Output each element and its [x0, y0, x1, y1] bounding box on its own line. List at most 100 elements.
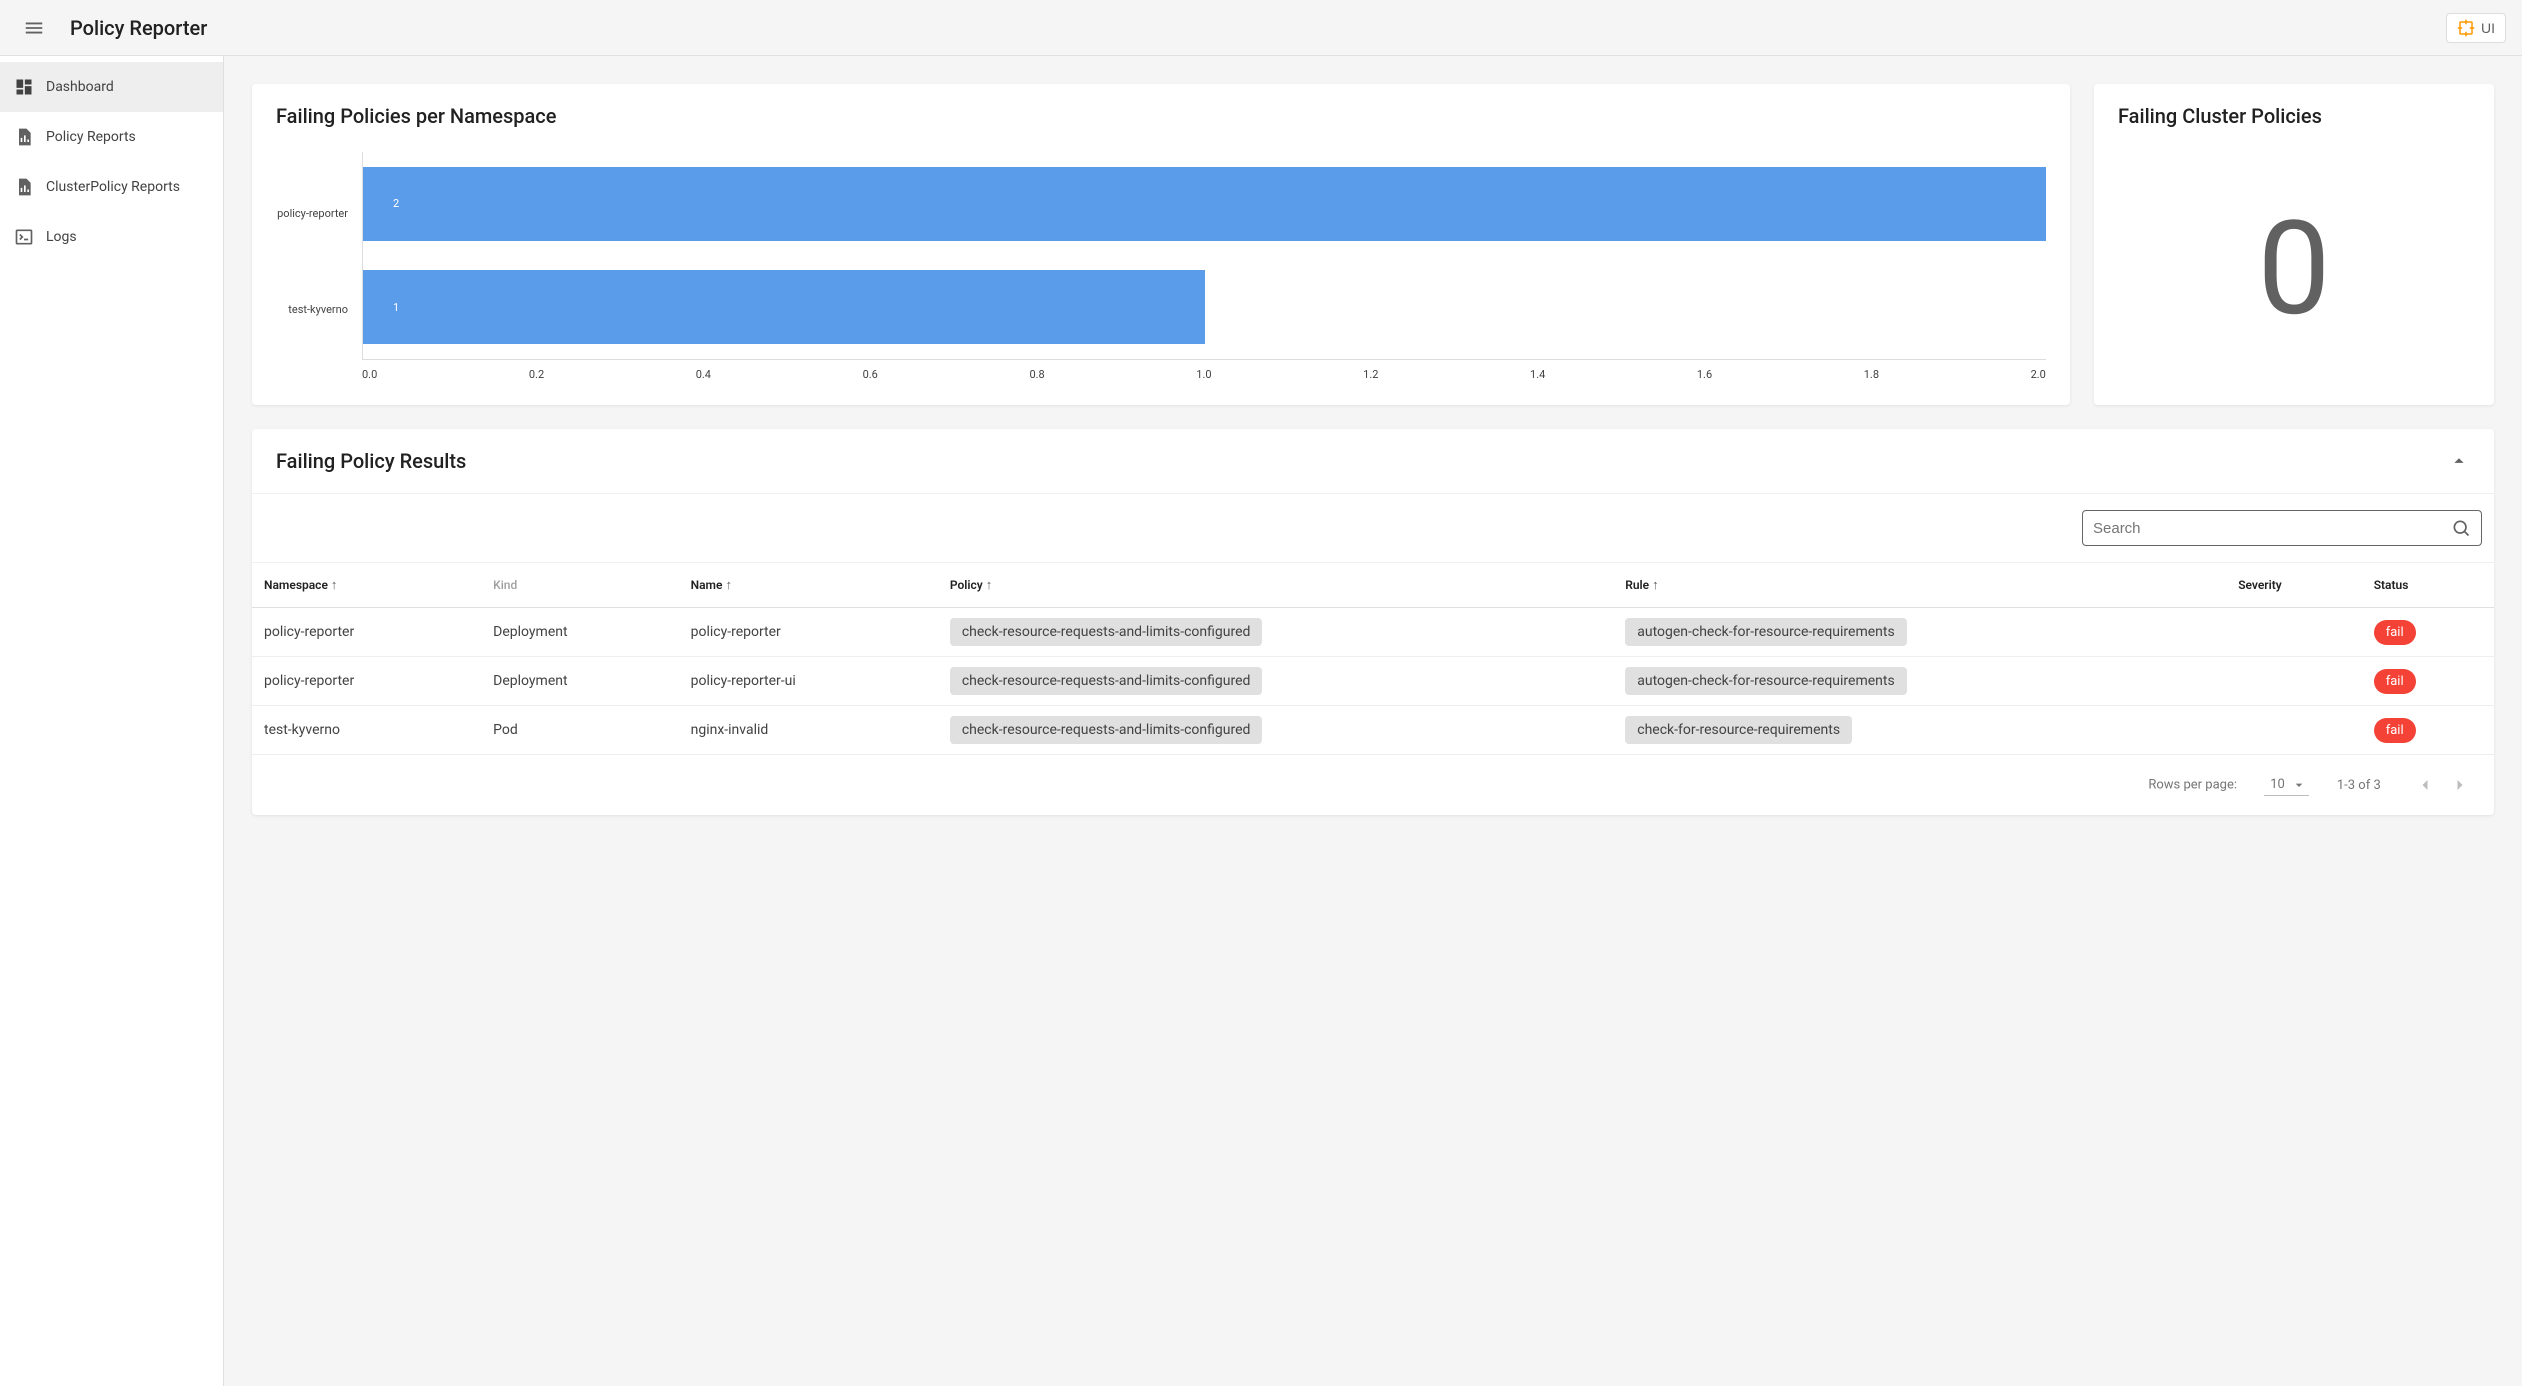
chevron-up-icon	[2448, 450, 2470, 472]
cell-policy: check-resource-requests-and-limits-confi…	[938, 657, 1613, 706]
policy-chip: check-resource-requests-and-limits-confi…	[950, 618, 1263, 646]
cluster-policies-count: 0	[2118, 152, 2470, 385]
cell-rule: autogen-check-for-resource-requirements	[1613, 657, 2226, 706]
x-tick: 1.6	[1697, 368, 1712, 381]
sort-arrow-up-icon: ↑	[1652, 578, 1659, 593]
app-bar: Policy Reporter UI	[0, 0, 2522, 56]
menu-button[interactable]	[16, 10, 52, 46]
table-row[interactable]: policy-reporterDeploymentpolicy-reporter…	[252, 608, 2494, 657]
search-input[interactable]	[2093, 520, 2451, 537]
cell-status: fail	[2362, 657, 2494, 706]
file-chart-icon	[14, 177, 46, 197]
chart-title: Failing Policies per Namespace	[276, 104, 2046, 128]
cell-policy: check-resource-requests-and-limits-confi…	[938, 608, 1613, 657]
cell-kind: Pod	[481, 706, 678, 755]
cell-kind: Deployment	[481, 657, 678, 706]
chart-bars: 2 1	[362, 152, 2046, 360]
chart-bar: 2	[363, 167, 2046, 241]
x-tick: 0.4	[696, 368, 711, 381]
chart-y-label: test-kyverno	[276, 303, 348, 316]
results-title: Failing Policy Results	[276, 449, 466, 473]
search-box[interactable]	[2082, 510, 2482, 546]
th-policy[interactable]: Policy↑	[938, 563, 1613, 608]
dashboard-icon	[14, 77, 46, 97]
prev-page-button[interactable]	[2409, 769, 2441, 801]
rule-chip: autogen-check-for-resource-requirements	[1625, 618, 1906, 646]
chart-x-axis: 0.0 0.2 0.4 0.6 0.8 1.0 1.2 1.4 1.6 1.8 …	[362, 368, 2046, 381]
rows-per-page-select[interactable]: 10	[2264, 775, 2309, 796]
nav-item-clusterpolicy-reports[interactable]: ClusterPolicy Reports	[0, 162, 223, 212]
x-tick: 0.2	[529, 368, 544, 381]
x-tick: 1.2	[1363, 368, 1378, 381]
nav-item-logs[interactable]: Logs	[0, 212, 223, 262]
x-tick: 1.8	[1864, 368, 1879, 381]
x-tick: 0.8	[1029, 368, 1044, 381]
sort-arrow-up-icon: ↑	[986, 578, 993, 593]
cell-policy: check-resource-requests-and-limits-confi…	[938, 706, 1613, 755]
main-content: Failing Policies per Namespace policy-re…	[224, 56, 2522, 1386]
x-tick: 2.0	[2031, 368, 2046, 381]
cell-severity	[2226, 657, 2362, 706]
search-icon	[2451, 518, 2471, 538]
chart-y-label: policy-reporter	[276, 207, 348, 220]
cell-name: policy-reporter-ui	[679, 657, 938, 706]
th-rule[interactable]: Rule↑	[1613, 563, 2226, 608]
policy-chip: check-resource-requests-and-limits-confi…	[950, 716, 1263, 744]
target-icon	[2457, 19, 2475, 37]
cluster-policies-card: Failing Cluster Policies 0	[2094, 84, 2494, 405]
x-tick: 0.6	[863, 368, 878, 381]
terminal-icon	[14, 227, 46, 247]
rows-per-page-label: Rows per page:	[2148, 777, 2237, 792]
table-footer: Rows per page: 10 1-3 of 3	[252, 755, 2494, 815]
sort-arrow-up-icon: ↑	[331, 578, 338, 593]
collapse-button[interactable]	[2448, 450, 2470, 472]
nav-label: Logs	[46, 229, 77, 245]
th-status[interactable]: Status	[2362, 563, 2494, 608]
policy-chip: check-resource-requests-and-limits-confi…	[950, 667, 1263, 695]
cell-status: fail	[2362, 608, 2494, 657]
rule-chip: autogen-check-for-resource-requirements	[1625, 667, 1906, 695]
cell-kind: Deployment	[481, 608, 678, 657]
cell-rule: autogen-check-for-resource-requirements	[1613, 608, 2226, 657]
results-card: Failing Policy Results Namespace↑	[252, 429, 2494, 815]
chart-bar: 1	[363, 270, 1205, 344]
cluster-card-title: Failing Cluster Policies	[2118, 104, 2470, 128]
results-table: Namespace↑ Kind Name↑ Policy↑ Rule↑ Seve…	[252, 563, 2494, 755]
table-row[interactable]: test-kyvernoPodnginx-invalidcheck-resour…	[252, 706, 2494, 755]
dropdown-icon	[2291, 777, 2307, 793]
th-kind[interactable]: Kind	[481, 563, 678, 608]
th-namespace[interactable]: Namespace↑	[252, 563, 481, 608]
x-tick: 1.0	[1196, 368, 1211, 381]
status-badge: fail	[2374, 718, 2416, 743]
file-chart-icon	[14, 127, 46, 147]
ui-mode-button[interactable]: UI	[2446, 13, 2506, 43]
x-tick: 1.4	[1530, 368, 1545, 381]
rule-chip: check-for-resource-requirements	[1625, 716, 1852, 744]
status-badge: fail	[2374, 669, 2416, 694]
hamburger-icon	[23, 17, 45, 39]
cell-namespace: policy-reporter	[252, 657, 481, 706]
cell-name: nginx-invalid	[679, 706, 938, 755]
th-severity[interactable]: Severity	[2226, 563, 2362, 608]
pagination-range: 1-3 of 3	[2337, 778, 2381, 793]
cell-namespace: policy-reporter	[252, 608, 481, 657]
next-page-button[interactable]	[2444, 769, 2476, 801]
app-title: Policy Reporter	[70, 16, 207, 40]
ui-button-label: UI	[2481, 20, 2495, 36]
nav-label: Policy Reports	[46, 129, 136, 145]
chart-card-failing-namespace: Failing Policies per Namespace policy-re…	[252, 84, 2070, 405]
table-header-row: Namespace↑ Kind Name↑ Policy↑ Rule↑ Seve…	[252, 563, 2494, 608]
cell-severity	[2226, 706, 2362, 755]
rows-per-page-value: 10	[2270, 777, 2285, 792]
th-name[interactable]: Name↑	[679, 563, 938, 608]
nav-label: Dashboard	[46, 79, 114, 95]
cell-status: fail	[2362, 706, 2494, 755]
bar-value-label: 1	[393, 301, 399, 314]
x-tick: 0.0	[362, 368, 377, 381]
nav-item-policy-reports[interactable]: Policy Reports	[0, 112, 223, 162]
nav-label: ClusterPolicy Reports	[46, 179, 180, 195]
nav-item-dashboard[interactable]: Dashboard	[0, 62, 223, 112]
chevron-left-icon	[2415, 775, 2435, 795]
cell-severity	[2226, 608, 2362, 657]
table-row[interactable]: policy-reporterDeploymentpolicy-reporter…	[252, 657, 2494, 706]
